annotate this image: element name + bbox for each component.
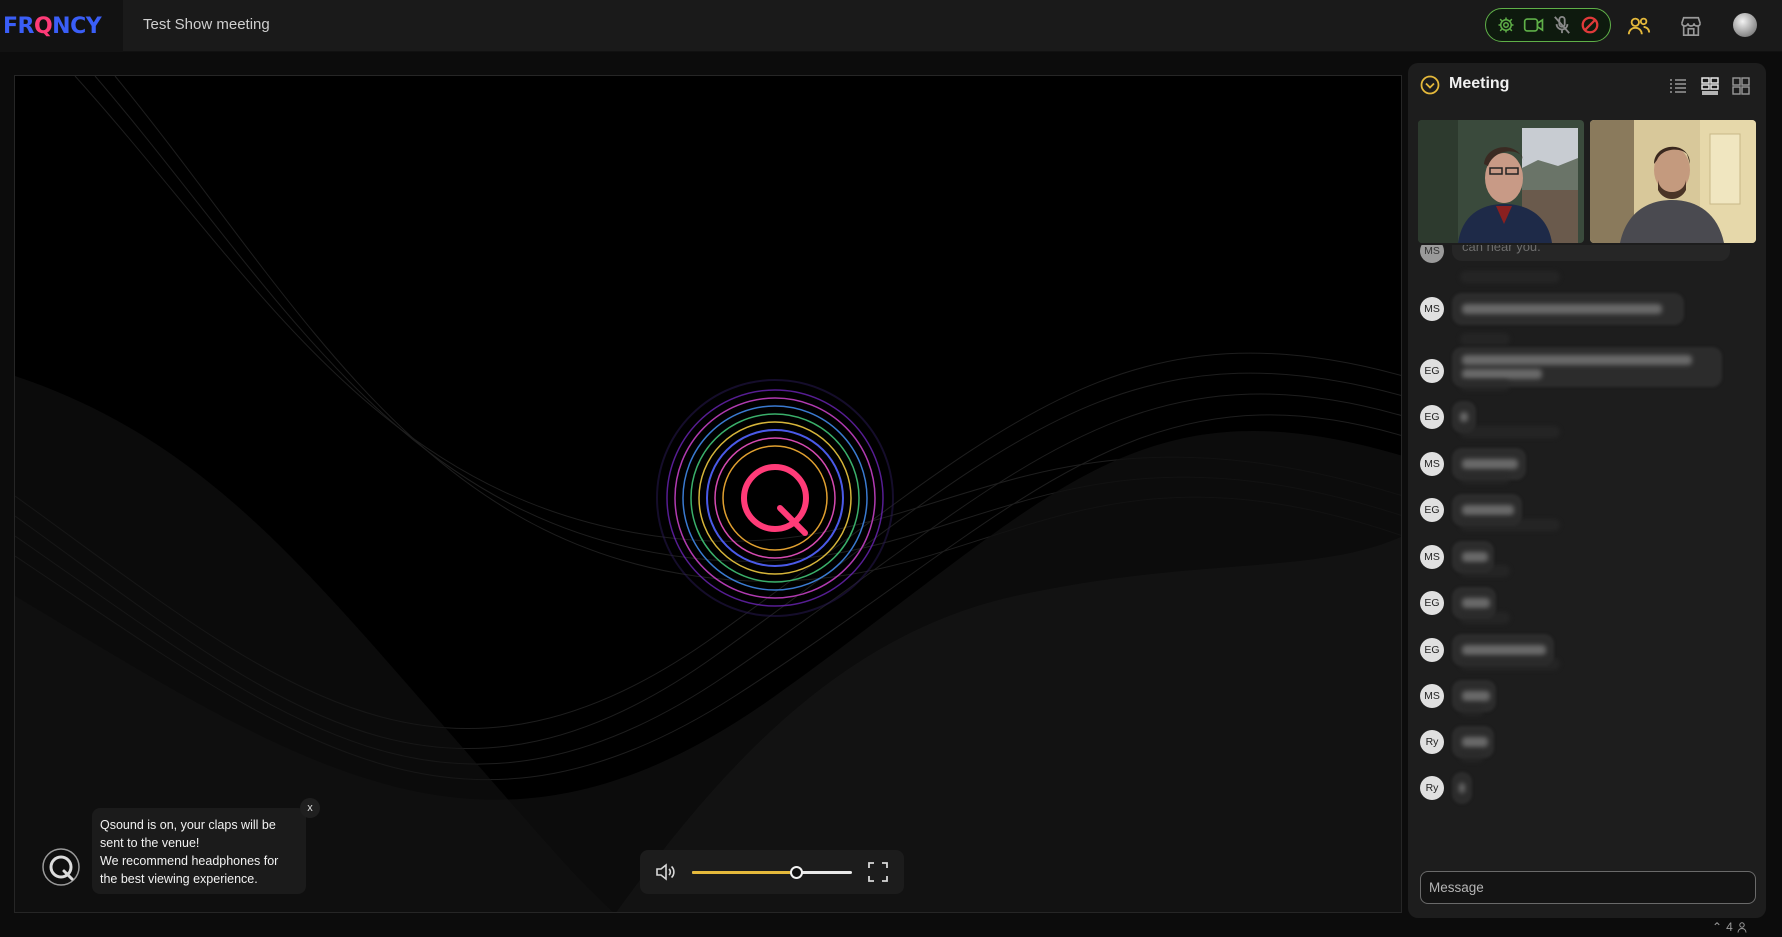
top-bar: FRQNCY Test Show meeting [0,0,1782,52]
message-author-blurred [1460,612,1510,624]
qsound-notice: Qsound is on, your claps will be sent to… [40,798,330,894]
participant-video-1[interactable] [1418,120,1584,243]
message-text: can hear you. [1452,245,1730,261]
message-bubble-blurred [1452,772,1472,804]
microphone-muted-icon[interactable] [1551,14,1573,36]
grid-view-icon[interactable] [1700,76,1720,96]
avatar: Ry [1420,776,1444,800]
message-author-blurred [1460,658,1560,670]
message-author-blurred [1460,565,1510,577]
avatar: EG [1420,405,1444,429]
person-icon [1737,921,1747,933]
logo-text: FRQNCY [3,13,102,39]
message-bubble-blurred [1452,293,1684,325]
avatar: MS [1420,452,1444,476]
message-author-blurred [1460,333,1510,345]
stage-video[interactable] [14,75,1402,913]
participant-video-image [1590,120,1756,243]
notice-line: the best viewing experience. [100,872,258,886]
meeting-title: Test Show meeting [143,16,270,33]
volume-slider-handle[interactable] [790,866,803,879]
message-author-blurred [1460,379,1510,391]
message-author-blurred [1460,750,1484,762]
storefront-icon[interactable] [1677,12,1705,40]
collapse-chevron-icon[interactable] [1420,75,1440,95]
notice-line: We recommend headphones for [100,854,279,868]
participant-video-2[interactable] [1590,120,1756,243]
avatar: EG [1420,498,1444,522]
user-avatar[interactable] [1733,13,1757,37]
viewer-count[interactable]: ⌃ 4 [1712,920,1747,934]
media-controls-pill [1485,8,1611,42]
meeting-panel: Meeting MS can hear you. MS EG EG MS EG … [1408,63,1766,918]
blocked-icon[interactable] [1579,14,1601,36]
qsound-logo [656,379,894,617]
qsound-notice-text: Qsound is on, your claps will be sent to… [92,808,306,894]
fullscreen-icon[interactable] [866,860,890,884]
close-notice-button[interactable]: x [300,798,320,818]
avatar: MS [1420,545,1444,569]
message-author-blurred [1460,472,1510,484]
chat-message: MS [1420,271,1740,329]
chat-message: MS can hear you. [1420,245,1740,269]
player-controls [640,850,904,894]
chat-messages[interactable]: MS can hear you. MS EG EG MS EG MS EG EG… [1408,245,1766,871]
viewer-count-value: 4 [1726,920,1733,934]
meeting-panel-header: Meeting [1408,63,1766,105]
avatar: EG [1420,359,1444,383]
avatar: EG [1420,638,1444,662]
message-input[interactable] [1420,871,1756,904]
list-view-icon[interactable] [1668,76,1688,96]
avatar: MS [1420,684,1444,708]
avatar: Ry [1420,730,1444,754]
participant-video-image [1418,120,1584,243]
message-author-blurred [1460,704,1484,716]
volume-slider-fill [692,871,796,874]
video-camera-icon[interactable] [1523,14,1545,36]
notice-line: sent to the venue! [100,836,200,850]
chat-message: Ry [1420,750,1740,808]
avatar: MS [1420,245,1444,263]
panel-title: Meeting [1449,75,1510,92]
message-author-blurred [1460,271,1560,283]
qsound-icon [42,848,80,886]
message-author-blurred [1460,426,1560,438]
message-author-blurred [1460,519,1560,531]
volume-icon[interactable] [654,860,678,884]
avatar: MS [1420,297,1444,321]
logo[interactable]: FRQNCY [0,0,123,52]
avatar: EG [1420,591,1444,615]
tile-view-icon[interactable] [1731,76,1751,96]
notice-line: Qsound is on, your claps will be [100,818,276,832]
people-icon[interactable] [1625,12,1653,40]
chevron-up-icon: ⌃ [1712,920,1723,934]
volume-slider[interactable] [692,866,852,879]
gear-icon[interactable] [1495,14,1517,36]
